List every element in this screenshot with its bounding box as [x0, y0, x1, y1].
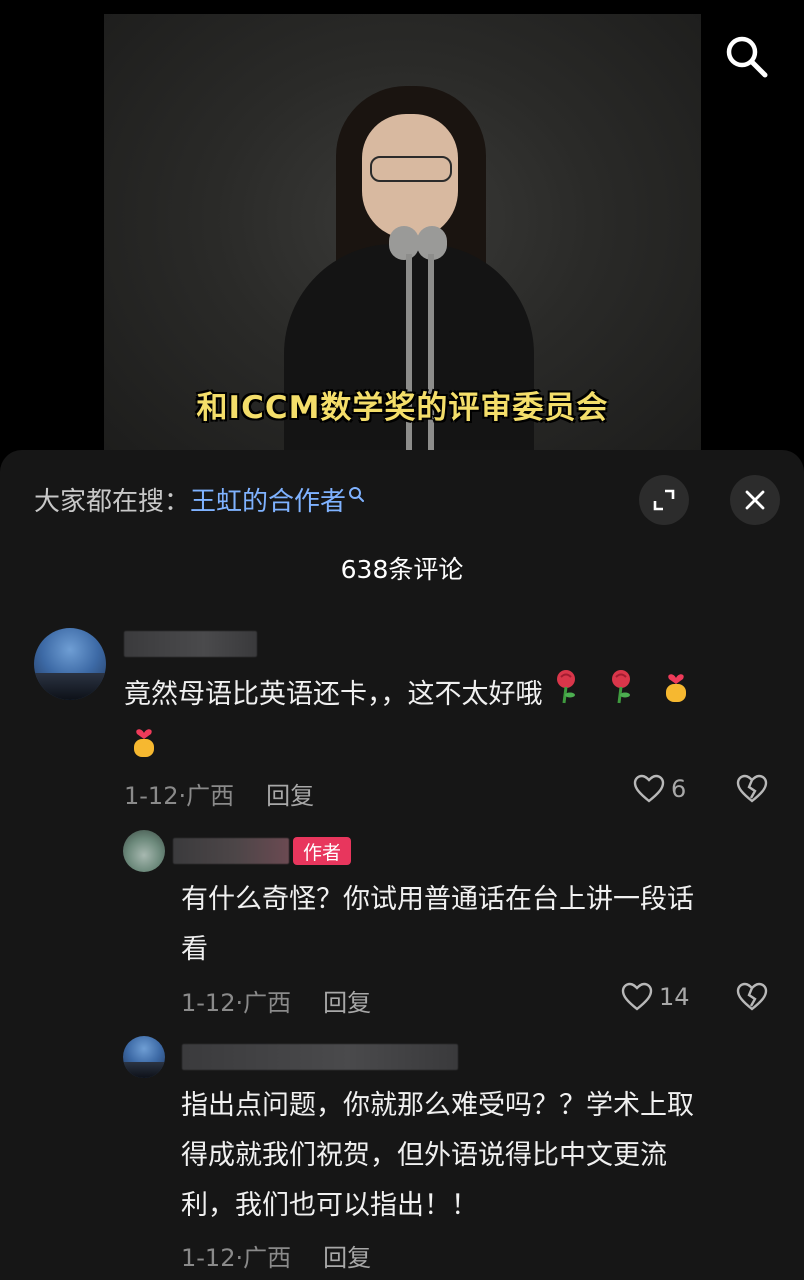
avatar[interactable] [34, 628, 106, 700]
search-icon[interactable] [722, 32, 770, 80]
broken-heart-icon [736, 982, 768, 1011]
reply-button[interactable]: 回复 [323, 989, 371, 1017]
comment-line: 指出点问题，你就那么难受吗？？学术上取 [181, 1090, 694, 1121]
dislike-button[interactable] [736, 774, 768, 808]
comment-line: 得成就我们祝贺，但外语说得比中文更流 [181, 1140, 667, 1171]
heart-icon [633, 774, 665, 803]
expand-icon [653, 489, 675, 511]
search-icon [348, 481, 365, 511]
reply-button[interactable]: 回复 [323, 1244, 371, 1272]
finger-heart-emoji [128, 723, 160, 778]
microphone-left [389, 226, 419, 260]
rose-emoji [606, 669, 636, 722]
hot-search-prefix: 大家都在搜： [34, 487, 191, 517]
comment-date-location: 1-12·广西 [124, 782, 235, 810]
comment-text: 竟然母语比英语还卡，，这不太好哦 [124, 668, 764, 778]
username-blurred[interactable] [124, 631, 257, 657]
comment-text: 有什么奇怪？你试用普通话在台上讲一段话 看 [181, 875, 781, 975]
mic-stand-right [428, 254, 434, 470]
like-button[interactable]: 6 [633, 774, 686, 804]
mic-stand-left [406, 254, 412, 470]
avatar[interactable] [123, 1036, 165, 1078]
avatar[interactable] [123, 830, 165, 872]
hot-search-bar[interactable]: 大家都在搜：王虹的合作者 [34, 481, 365, 518]
video-frame[interactable]: 和ICCM数学奖的评审委员会 [104, 14, 701, 470]
comment-meta: 1-12·广西 回复 [124, 776, 314, 811]
dislike-button[interactable] [736, 982, 768, 1016]
expand-button[interactable] [639, 475, 689, 525]
close-button[interactable] [730, 475, 780, 525]
search-button[interactable] [722, 32, 770, 80]
comment-text: 指出点问题，你就那么难受吗？？学术上取 得成就我们祝贺，但外语说得比中文更流 利… [181, 1081, 781, 1231]
comment-meta: 1-12·广西 回复 [181, 1238, 371, 1273]
like-count: 14 [659, 983, 690, 1011]
heart-icon [621, 982, 653, 1011]
comment-body: 竟然母语比英语还卡，，这不太好哦 [124, 679, 543, 710]
video-player[interactable]: 和ICCM数学奖的评审委员会 [0, 0, 804, 470]
video-subtitle: 和ICCM数学奖的评审委员会 [196, 390, 609, 426]
like-button[interactable]: 14 [621, 982, 690, 1012]
comment-meta: 1-12·广西 回复 [181, 983, 371, 1018]
like-count: 6 [671, 775, 687, 803]
author-badge: 作者 [293, 837, 351, 865]
reply-button[interactable]: 回复 [266, 782, 314, 810]
close-icon [745, 490, 765, 510]
comment-date-location: 1-12·广西 [181, 989, 292, 1017]
comment-line: 看 [181, 934, 208, 965]
comment-count: 638条评论 [340, 555, 464, 584]
speaker-glasses [370, 156, 452, 182]
rose-emoji [551, 669, 581, 722]
comment-line: 有什么奇怪？你试用普通话在台上讲一段话 [181, 884, 694, 915]
comment-date-location: 1-12·广西 [181, 1244, 292, 1272]
username-blurred[interactable] [173, 838, 289, 864]
username-blurred[interactable] [182, 1044, 458, 1070]
broken-heart-icon [736, 774, 768, 803]
hot-search-term[interactable]: 王虹的合作者 [190, 487, 346, 517]
comment-line: 利，我们也可以指出！！ [181, 1190, 478, 1221]
finger-heart-emoji [660, 668, 692, 723]
